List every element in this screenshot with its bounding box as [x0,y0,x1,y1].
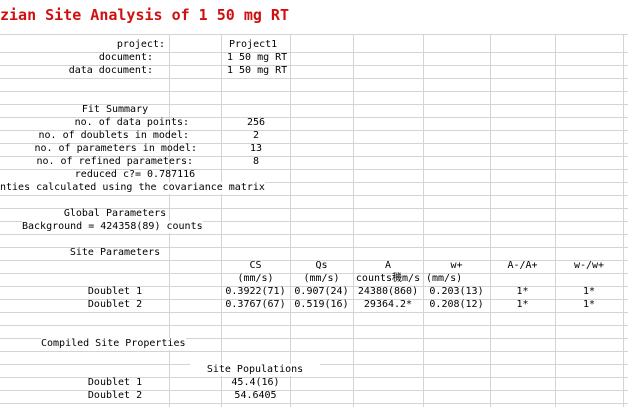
row-divider [0,195,628,196]
doublet-1-a-ratio[interactable]: 1* [490,286,555,298]
refined-value[interactable]: 8 [236,156,276,168]
compiled-heading: Compiled Site Properties [41,338,186,350]
row-divider [0,78,628,79]
row-divider [0,234,628,235]
parameters-value[interactable]: 13 [236,143,276,155]
doublet-1-a[interactable]: 24380(860) [353,286,423,298]
header-a: A [384,260,392,271]
header-w-ratio: w-/w+ [573,260,605,271]
column-divider [423,0,424,407]
row-divider [0,312,628,313]
column-divider [290,0,291,407]
title-row: zian Site Analysis of 1 50 mg RT [0,0,628,34]
row-divider [0,91,628,92]
row-label-population-doublet-2: Doublet 2 [87,390,143,401]
doublet-2-w-ratio[interactable]: 1* [555,299,623,311]
doublet-1-cs[interactable]: 0.3922(71) [221,286,290,298]
row-divider [0,325,628,326]
doublet-1-w-plus[interactable]: 0.203(13) [423,286,490,298]
unit-cs: (mm/s) [237,273,274,284]
spreadsheet: zian Site Analysis of 1 50 mg RT project… [0,0,628,407]
reduced-chi-square: reduced c?= 0.787116 [74,169,196,180]
unit-w-plus: (mm/s) [426,273,463,284]
site-parameters-heading: Site Parameters [69,247,161,258]
column-divider [555,0,556,407]
doublet-1-w-ratio[interactable]: 1* [555,286,623,298]
global-parameters-heading: Global Parameters [63,208,167,219]
doublet-2-qs[interactable]: 0.519(16) [290,299,353,311]
row-divider [0,351,628,352]
data-points-label: no. of data points: [74,117,189,128]
column-divider [623,0,624,407]
data-document-value[interactable]: 1 50 mg RT [227,65,287,77]
row-label-doublet-1: Doublet 1 [87,286,143,297]
doublet-2-w-plus[interactable]: 0.208(12) [423,299,490,311]
header-w-plus: w+ [450,260,463,271]
unit-a: counts穖m/s [355,273,421,284]
fit-summary-heading: Fit Summary [81,104,149,115]
project-value[interactable]: Project1 [229,39,277,51]
document-label: document: [98,52,153,63]
background-value: Background = 424358(89) counts [22,221,203,233]
site-populations-heading: Site Populations [190,364,320,376]
header-qs: Qs [315,260,328,271]
refined-label: no. of refined parameters: [36,156,193,167]
unit-qs: (mm/s) [303,273,340,284]
project-label: project: [116,39,165,50]
parameters-label: no. of parameters in model: [34,143,197,154]
doublet-1-qs[interactable]: 0.907(24) [290,286,353,298]
data-document-label: data document: [68,65,153,76]
header-cs: CS [249,260,262,271]
row-label-population-doublet-1: Doublet 1 [87,377,143,388]
doublet-2-cs[interactable]: 0.3767(67) [221,299,290,311]
sheet-title: zian Site Analysis of 1 50 mg RT [0,6,289,24]
column-divider [490,0,491,407]
row-divider [0,403,628,404]
row-divider [0,34,628,35]
header-a-ratio: A-/A+ [507,260,538,271]
column-divider [353,0,354,407]
population-doublet-1[interactable]: 45.4(16) [221,377,290,389]
document-value[interactable]: 1 50 mg RT [227,52,287,64]
doublets-value[interactable]: 2 [236,130,276,142]
column-divider [221,0,222,407]
doublet-2-a[interactable]: 29364.2* [353,299,423,311]
population-doublet-2[interactable]: 54.6405 [221,390,290,402]
uncertainty-note: nties calculated using the covariance ma… [0,182,265,194]
row-label-doublet-2: Doublet 2 [87,299,143,310]
doublet-2-a-ratio[interactable]: 1* [490,299,555,311]
data-points-value[interactable]: 256 [236,117,276,129]
doublets-label: no. of doublets in model: [38,130,189,141]
